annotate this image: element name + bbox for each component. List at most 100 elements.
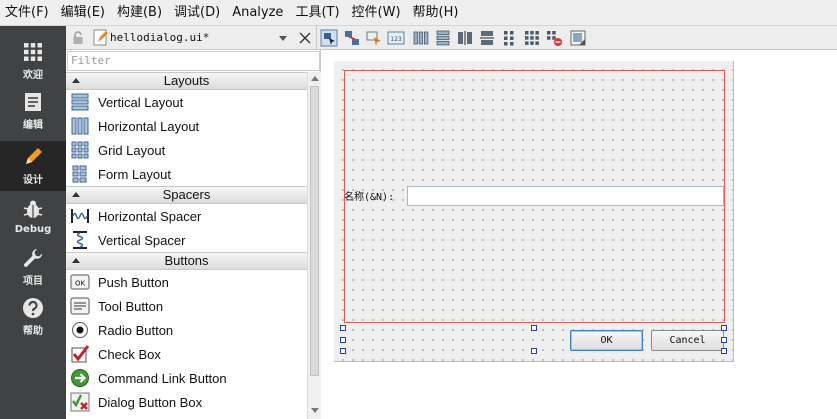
menu-bar: 文件(F) 编辑(E) 构建(B) 调试(D) Analyze 工具(T) 控件… [0,0,837,26]
mode-selector: 欢迎 编辑 设计 Debug 项目 帮助 [0,26,66,419]
ui-file-icon [93,29,108,46]
widget-item-label: Grid Layout [98,142,166,158]
mode-projects[interactable]: 项目 [0,242,66,292]
widget-item-label: Tool Button [98,298,164,314]
grid-layout-icon [71,141,89,159]
lock-icon[interactable] [72,31,84,45]
selection-handle[interactable] [721,325,727,331]
document-icon [25,93,41,111]
vertical-spacer-icon [73,231,87,249]
scroll-down-icon[interactable] [311,408,319,413]
mode-projects-label: 项目 [23,276,43,287]
menu-help[interactable]: 帮助(H) [407,0,465,26]
edit-widgets-icon[interactable] [320,29,338,47]
layout-splitter-horizontal-icon[interactable] [456,29,474,47]
mode-welcome-label: 欢迎 [23,70,43,81]
document-toolbar: hellodialog.ui* 123 [66,26,837,50]
dialog-button-box-icon [70,392,90,412]
menu-debug[interactable]: 调试(D) [168,0,226,26]
widget-item-grid-layout[interactable]: Grid Layout [66,138,307,162]
menu-widgets[interactable]: 控件(W) [346,0,407,26]
layout-vertically-icon[interactable] [434,29,452,47]
collapse-arrow-icon[interactable] [72,258,80,263]
widget-item-form-layout[interactable]: Form Layout [66,162,307,186]
tool-button-icon [70,297,90,315]
mode-design[interactable]: 设计 [0,141,66,191]
selection-handle[interactable] [340,325,346,331]
help-icon [23,298,43,318]
menu-file[interactable]: 文件(F) [0,0,55,26]
widget-item-label: Horizontal Layout [98,118,200,134]
widget-item-command-link-button[interactable]: Command Link Button [66,366,307,390]
check-box-icon [71,345,90,363]
mode-edit[interactable]: 编辑 [0,86,66,136]
widget-item-vertical-spacer[interactable]: Vertical Spacer [66,228,307,252]
menu-build[interactable]: 构建(B) [111,0,168,26]
widget-item-label: Radio Button [98,322,174,338]
layout-splitter-vertical-icon[interactable] [478,29,496,47]
chevron-down-icon[interactable] [279,36,287,41]
edit-signals-icon[interactable] [343,29,361,47]
ok-button[interactable]: OK [570,330,643,351]
open-documents[interactable]: hellodialog.ui* [66,26,316,50]
push-button-icon: OK [70,274,90,290]
close-icon[interactable] [296,29,314,47]
widget-item-vertical-layout[interactable]: Vertical Layout [66,90,307,114]
toolbar-divider [316,26,317,50]
collapse-arrow-icon[interactable] [72,78,80,83]
mode-edit-label: 编辑 [23,120,43,131]
layout-grid-icon[interactable] [523,29,541,47]
radio-button-icon [72,322,88,338]
horizontal-spacer-icon [71,209,89,223]
layout-horizontally-icon[interactable] [412,29,430,47]
edit-buddies-icon[interactable] [365,29,383,47]
category-spacers[interactable]: Spacers [66,186,307,204]
wrench-icon [23,249,43,267]
widget-item-radio-button[interactable]: Radio Button [66,318,307,342]
scroll-up-icon[interactable] [311,76,319,81]
name-line-edit[interactable] [407,186,724,206]
form-layout-icon [72,165,87,183]
mode-debug[interactable]: Debug [0,192,66,242]
widget-item-tool-button[interactable]: Tool Button [66,294,307,318]
pencil-icon [26,148,42,164]
layout-form-icon[interactable] [500,29,518,47]
mode-design-label: 设计 [23,175,43,186]
svg-text:OK: OK [75,280,86,288]
widget-item-label: Command Link Button [98,370,227,386]
category-buttons[interactable]: Buttons [66,252,307,270]
category-label: Buttons [164,253,209,268]
widget-box-scrollbar[interactable] [307,72,321,419]
mode-help[interactable]: 帮助 [0,292,66,342]
widget-item-horizontal-spacer[interactable]: Horizontal Spacer [66,204,307,228]
widget-item-horizontal-layout[interactable]: Horizontal Layout [66,114,307,138]
widget-item-check-box[interactable]: Check Box [66,342,307,366]
document-name[interactable]: hellodialog.ui* [110,31,209,44]
widget-item-label: Dialog Button Box [98,394,203,410]
cancel-button[interactable]: Cancel [651,330,724,351]
mode-welcome[interactable]: 欢迎 [0,36,66,86]
selection-handle[interactable] [721,348,727,354]
menu-tools[interactable]: 工具(T) [289,0,345,26]
selection-handle[interactable] [531,325,537,331]
edit-tab-order-icon[interactable]: 123 [387,29,405,47]
menu-analyze[interactable]: Analyze [226,0,289,26]
horizontal-layout-icon [71,117,89,135]
grid-icon [24,43,42,61]
selection-handle[interactable] [340,348,346,354]
name-label[interactable]: 名称(&N): [344,188,394,203]
widget-box: Filter Layouts Vertical Layout Horizonta… [66,50,321,419]
selection-handle[interactable] [340,337,346,343]
collapse-arrow-icon[interactable] [72,192,80,197]
selection-handle[interactable] [721,337,727,343]
break-layout-icon[interactable] [545,29,563,47]
widget-item-push-button[interactable]: OK Push Button [66,270,307,294]
adjust-size-icon[interactable] [569,29,587,47]
category-layouts[interactable]: Layouts [66,72,307,90]
filter-input[interactable]: Filter [67,51,320,71]
widget-item-label: Check Box [98,346,161,362]
menu-edit[interactable]: 编辑(E) [55,0,111,26]
widget-item-dialog-button-box[interactable]: Dialog Button Box [66,390,307,414]
scrollbar-thumb[interactable] [310,86,319,376]
selection-handle[interactable] [531,348,537,354]
